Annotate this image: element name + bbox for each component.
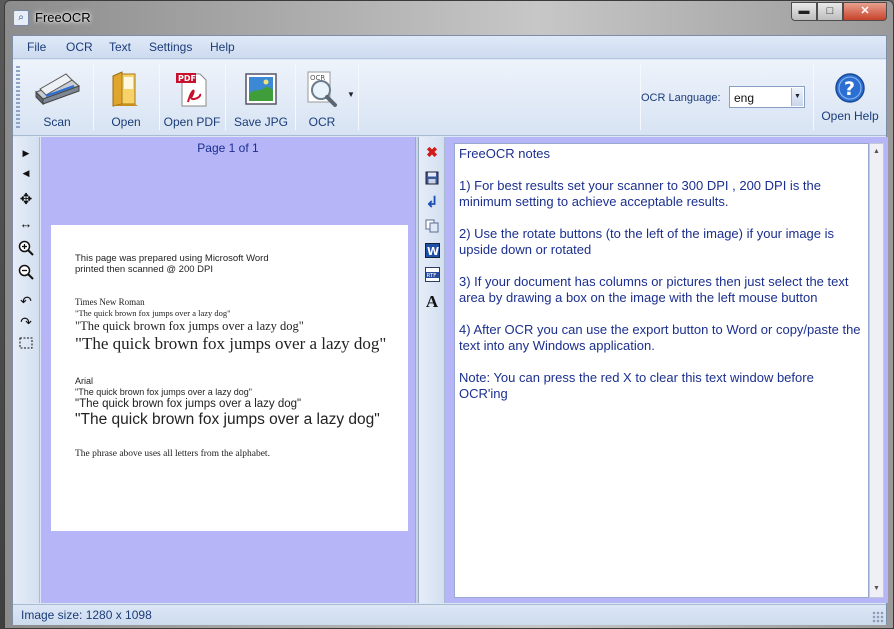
text-paragraph: 2) Use the rotate buttons (to the left o…	[459, 226, 835, 257]
toolbar-separator	[93, 64, 94, 130]
doc-line: "The quick brown fox jumps over a lazy d…	[75, 334, 387, 353]
ocr-language-value: eng	[734, 91, 755, 105]
save-icon[interactable]	[424, 171, 440, 187]
scroll-up-icon[interactable]: ▲	[870, 145, 883, 159]
image-icon	[245, 73, 277, 105]
pdf-icon: PDF	[176, 73, 207, 107]
export-word-icon[interactable]: W	[424, 243, 440, 259]
app-icon[interactable]: ⌕	[13, 10, 29, 26]
doc-line: printed then scanned @ 200 DPI	[75, 264, 213, 275]
doc-line: "The quick brown fox jumps over a lazy d…	[75, 387, 252, 397]
toolbar-separator	[159, 64, 160, 130]
svg-text:PDF: PDF	[178, 74, 196, 83]
doc-line: "The quick brown fox jumps over a lazy d…	[75, 411, 380, 428]
font-icon[interactable]: A	[424, 293, 440, 310]
app-window: ⌕ FreeOCR ▬ □ ✕ File OCR Text Settings H…	[4, 0, 894, 629]
svg-text:RTF: RTF	[426, 273, 436, 279]
image-tools-bar: ▶ ◀ ✥ ↔ ↶ ↷	[13, 137, 40, 603]
folder-icon	[112, 71, 138, 107]
open-help-label: Open Help	[821, 109, 879, 123]
image-size-status: Image size: 1280 x 1098	[21, 608, 152, 622]
menu-bar: File OCR Text Settings Help	[13, 36, 886, 59]
window-controls: ▬ □ ✕	[791, 2, 887, 21]
close-button[interactable]: ✕	[843, 2, 887, 21]
insert-return-icon[interactable]: ↲	[424, 195, 440, 211]
doc-line: "The quick brown fox jumps over a lazy d…	[75, 398, 302, 410]
open-pdf-label: Open PDF	[163, 115, 221, 129]
move-pan-icon[interactable]: ✥	[18, 192, 34, 208]
scan-label: Scan	[43, 115, 71, 129]
scroll-down-icon[interactable]: ▼	[870, 582, 883, 596]
toolbar: Scan Open PDF Open PDF Save JPG OCR OCR …	[13, 60, 886, 136]
ocr-button[interactable]: OCR OCR	[297, 64, 347, 132]
resize-grip[interactable]	[872, 611, 884, 623]
fit-width-icon[interactable]: ↔	[18, 216, 34, 232]
doc-line: This page was prepared using Microsoft W…	[75, 253, 269, 264]
open-button[interactable]: Open	[95, 64, 157, 132]
zoom-out-icon[interactable]	[18, 264, 34, 280]
toolbar-separator	[295, 64, 296, 130]
svg-text:?: ?	[844, 78, 855, 100]
page-indicator: Page 1 of 1	[197, 141, 259, 155]
clear-text-icon[interactable]: ✖	[424, 144, 440, 160]
doc-line: Times New Roman	[75, 297, 145, 307]
text-tools-bar: ✖ ↲ W RTF A	[419, 137, 445, 603]
previous-page-icon[interactable]: ◀	[18, 165, 34, 181]
rotate-left-icon[interactable]: ↶	[18, 293, 34, 309]
open-help-button[interactable]: ? Open Help	[817, 64, 883, 132]
open-label: Open	[111, 115, 141, 129]
toolbar-separator	[358, 64, 359, 130]
ocr-text-area[interactable]: FreeOCR notes 1) For best results set yo…	[454, 143, 869, 598]
open-pdf-button[interactable]: PDF Open PDF	[161, 64, 223, 132]
text-paragraph: 4) After OCR you can use the export butt…	[459, 322, 861, 353]
select-area-icon[interactable]	[18, 337, 34, 353]
ocr-dropdown-arrow-icon[interactable]: ▼	[347, 90, 355, 99]
menu-settings[interactable]: Settings	[149, 40, 192, 54]
text-paragraph: Note: You can press the red X to clear t…	[459, 370, 814, 401]
help-icon: ?	[835, 73, 865, 103]
next-page-icon[interactable]: ▶	[18, 145, 34, 161]
ocr-language-label: OCR Language:	[641, 92, 721, 104]
scanner-icon	[35, 73, 80, 106]
doc-line: Arial	[75, 376, 94, 386]
toolbar-separator	[813, 64, 814, 130]
text-paragraph: FreeOCR notes	[459, 146, 551, 161]
menu-help[interactable]: Help	[210, 40, 235, 54]
save-jpg-label: Save JPG	[233, 115, 289, 129]
ocr-magnifier-icon: OCR	[307, 71, 337, 107]
menu-file[interactable]: File	[27, 40, 46, 54]
scanned-document-image[interactable]: This page was prepared using Microsoft W…	[51, 225, 408, 531]
toolbar-separator	[225, 64, 226, 130]
text-paragraph: 3) If your document has columns or pictu…	[459, 274, 849, 305]
doc-line: The phrase above uses all letters from t…	[75, 449, 270, 459]
export-rtf-icon[interactable]: RTF	[424, 267, 440, 283]
text-paragraph: 1) For best results set your scanner to …	[459, 178, 822, 209]
ocr-label: OCR	[308, 115, 336, 129]
status-bar: Image size: 1280 x 1098	[13, 604, 886, 625]
doc-line: "The quick brown fox jumps over a lazy d…	[75, 319, 304, 333]
copy-icon[interactable]	[424, 219, 440, 235]
maximize-button[interactable]: □	[817, 2, 843, 21]
ocr-language-select[interactable]: eng ▼	[729, 86, 805, 108]
text-scrollbar[interactable]: ▲ ▼	[869, 143, 884, 598]
save-jpg-button[interactable]: Save JPG	[229, 64, 293, 132]
client-area: File OCR Text Settings Help Scan Open PD…	[12, 35, 888, 625]
scan-button[interactable]: Scan	[23, 64, 91, 132]
svg-text:W: W	[427, 245, 439, 258]
toolbar-grip[interactable]	[16, 66, 20, 130]
window-title: FreeOCR	[35, 10, 91, 25]
menu-text[interactable]: Text	[109, 40, 131, 54]
title-bar[interactable]: ⌕ FreeOCR ▬ □ ✕	[5, 1, 893, 35]
zoom-in-icon[interactable]	[18, 240, 34, 256]
chevron-down-icon[interactable]: ▼	[791, 88, 803, 106]
doc-line: "The quick brown fox jumps over a lazy d…	[75, 308, 231, 318]
menu-ocr[interactable]: OCR	[66, 40, 93, 54]
image-pane[interactable]: Page 1 of 1 This page was prepared using…	[41, 137, 415, 603]
rotate-right-icon[interactable]: ↷	[18, 314, 34, 330]
minimize-button[interactable]: ▬	[791, 2, 817, 21]
